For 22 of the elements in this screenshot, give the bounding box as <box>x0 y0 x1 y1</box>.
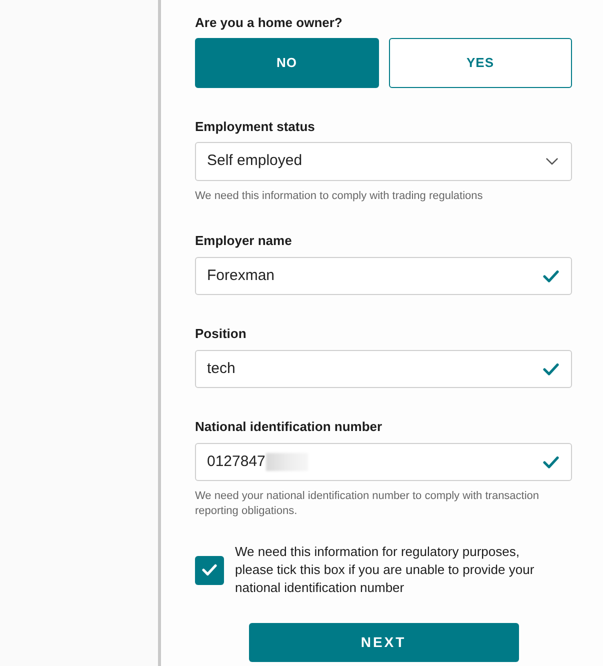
option-button[interactable]: YES <box>388 38 572 88</box>
field-label: Position <box>195 325 248 342</box>
checkmark-icon <box>202 564 217 576</box>
dropdown-value: Self employed <box>207 151 304 172</box>
input-field[interactable]: Forexman <box>195 257 572 295</box>
helper-text: We need this information to comply with trading regulations <box>195 189 484 204</box>
chevron-down-icon <box>546 158 558 165</box>
question-label: Are you a home owner? <box>195 14 344 31</box>
field-label: Employer name <box>195 232 293 249</box>
checkbox-label: We need this information for regulatory purposes, please tick this box if you are unable to provide your national identification number <box>235 543 536 597</box>
input-field[interactable]: tech <box>195 350 572 388</box>
option-button[interactable]: NO <box>195 38 378 88</box>
helper-text: We need your national identification number to comply with transaction reporting obligations. <box>195 489 540 519</box>
input-value: 0127847 <box>207 452 266 472</box>
checkbox[interactable] <box>195 556 224 584</box>
input-field[interactable]: 0127847 <box>195 443 572 481</box>
input-value: Forexman <box>207 266 275 286</box>
next-button[interactable]: NEXT <box>248 623 518 662</box>
input-value: tech <box>207 358 236 379</box>
field-label: Employment status <box>195 118 316 135</box>
dropdown-field[interactable]: Self employed <box>195 142 572 181</box>
field-label: National identification number <box>195 418 384 435</box>
